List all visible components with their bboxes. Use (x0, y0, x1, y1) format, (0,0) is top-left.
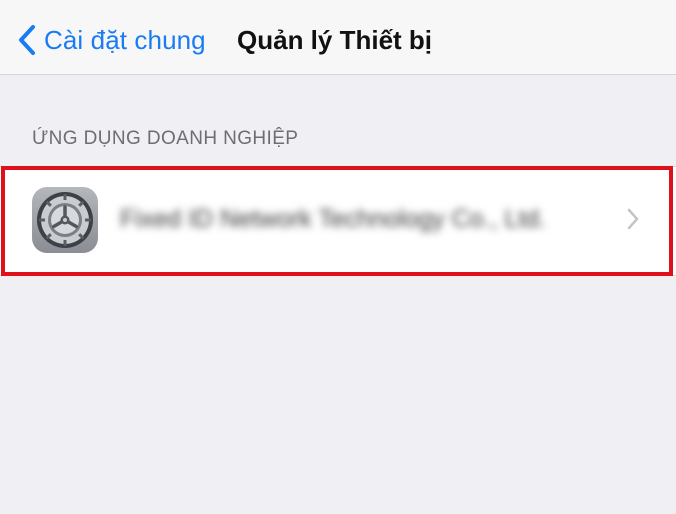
list-item-enterprise-app[interactable]: Fixed ID Network Technology Co., Ltd. (0, 167, 676, 275)
back-button[interactable]: Cài đặt chung (18, 20, 206, 60)
chevron-right-icon (626, 207, 640, 231)
page-title: Quản lý Thiết bị (237, 25, 433, 55)
navigation-bar: Cài đặt chung Quản lý Thiết bị (0, 0, 676, 75)
back-button-label: Cài đặt chung (44, 24, 206, 55)
enterprise-app-group: Fixed ID Network Technology Co., Ltd. (0, 166, 676, 276)
settings-gear-icon (32, 187, 98, 253)
list-item-label: Fixed ID Network Technology Co., Ltd. (120, 205, 547, 233)
section-header: ỨNG DỤNG DOANH NGHIỆP (32, 128, 299, 149)
chevron-left-icon (18, 24, 36, 56)
